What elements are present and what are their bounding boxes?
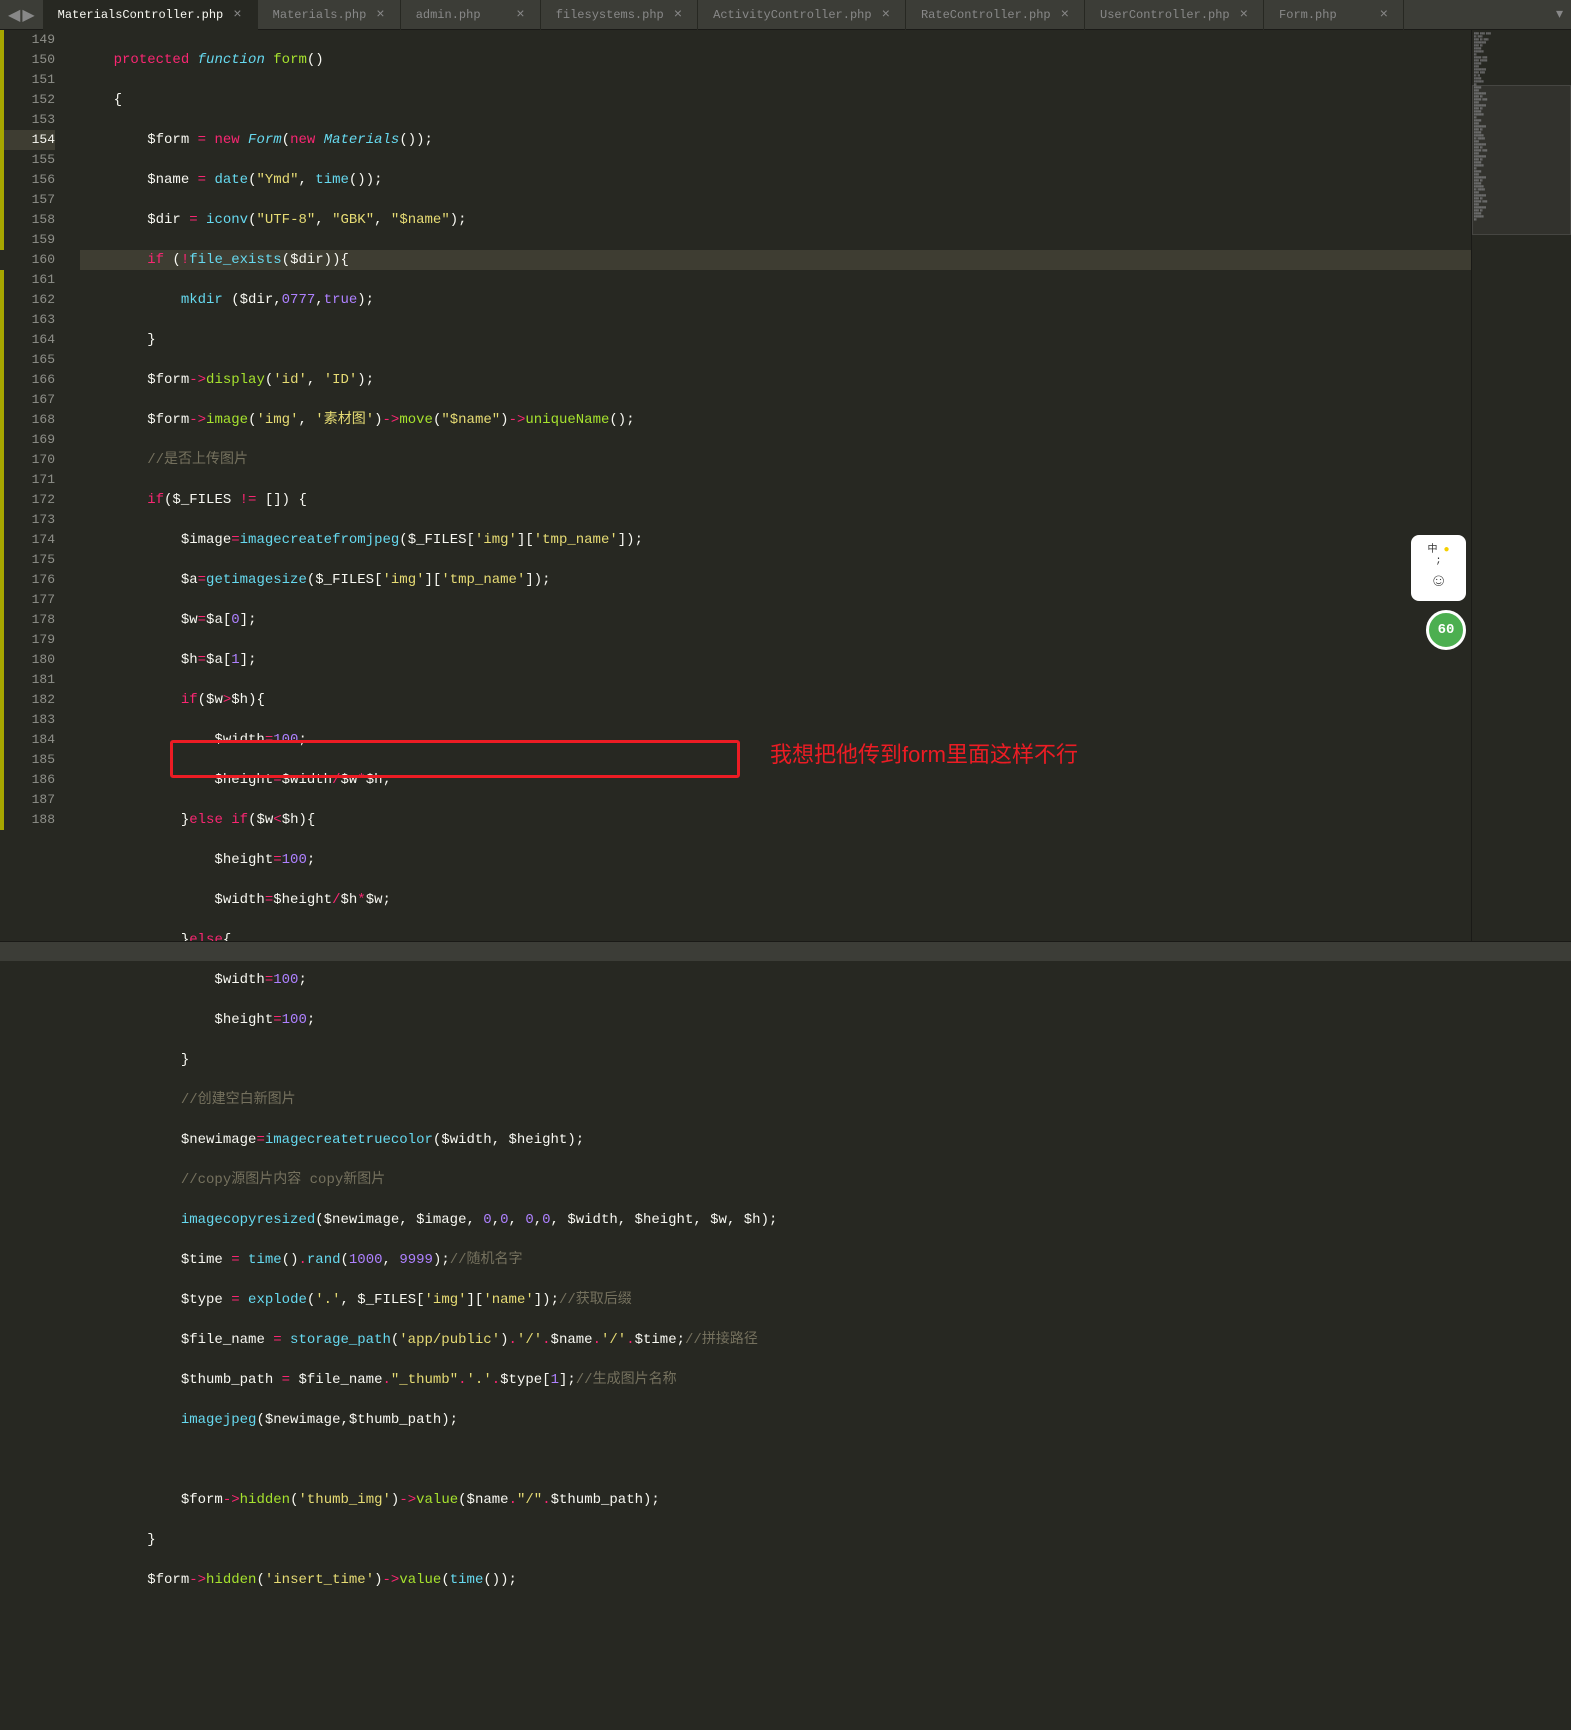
line-number: 184 [0, 730, 55, 750]
close-icon[interactable]: × [1240, 7, 1248, 23]
line-number: 159 [0, 230, 55, 250]
line-number: 166 [0, 370, 55, 390]
minimap-viewport[interactable] [1472, 85, 1571, 235]
line-number: 181 [0, 670, 55, 690]
line-number: 180 [0, 650, 55, 670]
tab-materials[interactable]: Materials.php × [258, 0, 401, 30]
line-number: 186 [0, 770, 55, 790]
badge-text: ; [1435, 556, 1441, 567]
nav-back-icon[interactable]: ◀ [8, 5, 20, 25]
tab-label: Materials.php [273, 8, 367, 22]
tab-activity-controller[interactable]: ActivityController.php × [698, 0, 906, 30]
line-number: 164 [0, 330, 55, 350]
minimap[interactable]: ████ ████ ██████ ████████ ██ ███████████… [1471, 30, 1571, 941]
top-bar: ◀ ▶ MaterialsController.php × Materials.… [0, 0, 1571, 30]
editor-container: 149 150 151 152 153 154 155 156 157 158 … [0, 30, 1571, 941]
tab-label: Form.php [1279, 8, 1337, 22]
line-number: 171 [0, 470, 55, 490]
line-number: 178 [0, 610, 55, 630]
line-number: 155 [0, 150, 55, 170]
line-number: 168 [0, 410, 55, 430]
line-number: 151 [0, 70, 55, 90]
line-number: 175 [0, 550, 55, 570]
badge-text: 中 ● [1427, 540, 1449, 556]
tab-user-controller[interactable]: UserController.php × [1085, 0, 1264, 30]
line-number: 170 [0, 450, 55, 470]
line-number: 182 [0, 690, 55, 710]
tab-label: UserController.php [1100, 8, 1230, 22]
tab-materials-controller[interactable]: MaterialsController.php × [43, 0, 258, 30]
line-number: 173 [0, 510, 55, 530]
tab-form[interactable]: Form.php × [1264, 0, 1404, 30]
line-number-gutter: 149 150 151 152 153 154 155 156 157 158 … [0, 30, 70, 941]
line-number: 152 [0, 90, 55, 110]
line-number: 187 [0, 790, 55, 810]
line-number: 153 [0, 110, 55, 130]
close-icon[interactable]: × [376, 7, 384, 23]
tab-admin[interactable]: admin.php × [401, 0, 541, 30]
close-icon[interactable]: × [1380, 7, 1388, 23]
close-icon[interactable]: × [674, 7, 682, 23]
tab-label: admin.php [416, 8, 481, 22]
line-number: 150 [0, 50, 55, 70]
line-number: 185 [0, 750, 55, 770]
line-number: 156 [0, 170, 55, 190]
line-number: 183 [0, 710, 55, 730]
tab-label: filesystems.php [556, 8, 664, 22]
line-number-current: 154 [0, 130, 55, 150]
ime-badge[interactable]: 中 ● ; ☺ [1411, 535, 1466, 601]
close-icon[interactable]: × [516, 7, 524, 23]
line-number: 158 [0, 210, 55, 230]
close-icon[interactable]: × [1061, 7, 1069, 23]
progress-badge[interactable]: 60 [1426, 610, 1466, 650]
close-icon[interactable]: × [233, 7, 241, 23]
line-number: 172 [0, 490, 55, 510]
line-number: 167 [0, 390, 55, 410]
line-number: 165 [0, 350, 55, 370]
tab-label: MaterialsController.php [58, 8, 224, 22]
nav-arrows: ◀ ▶ [0, 5, 43, 25]
line-number: 157 [0, 190, 55, 210]
line-number: 162 [0, 290, 55, 310]
tab-label: RateController.php [921, 8, 1051, 22]
line-number: 160 [0, 250, 55, 270]
line-number: 177 [0, 590, 55, 610]
close-icon[interactable]: × [882, 7, 890, 23]
code-editor[interactable]: protected function form() { $form = new … [70, 30, 1471, 941]
line-number: 169 [0, 430, 55, 450]
tabs-container: MaterialsController.php × Materials.php … [43, 0, 1548, 30]
change-marker [0, 270, 4, 830]
tab-filesystems[interactable]: filesystems.php × [541, 0, 698, 30]
face-icon: ☺ [1424, 567, 1454, 597]
line-number: 179 [0, 630, 55, 650]
line-number: 188 [0, 810, 55, 830]
nav-forward-icon[interactable]: ▶ [22, 5, 34, 25]
tab-label: ActivityController.php [713, 8, 871, 22]
line-number: 174 [0, 530, 55, 550]
gutter-markers [0, 30, 6, 941]
line-number: 163 [0, 310, 55, 330]
line-number: 149 [0, 30, 55, 50]
change-marker [0, 30, 4, 250]
line-number: 161 [0, 270, 55, 290]
tab-dropdown-icon[interactable]: ▾ [1548, 6, 1571, 23]
line-number: 176 [0, 570, 55, 590]
tab-rate-controller[interactable]: RateController.php × [906, 0, 1085, 30]
status-bar [0, 941, 1571, 961]
